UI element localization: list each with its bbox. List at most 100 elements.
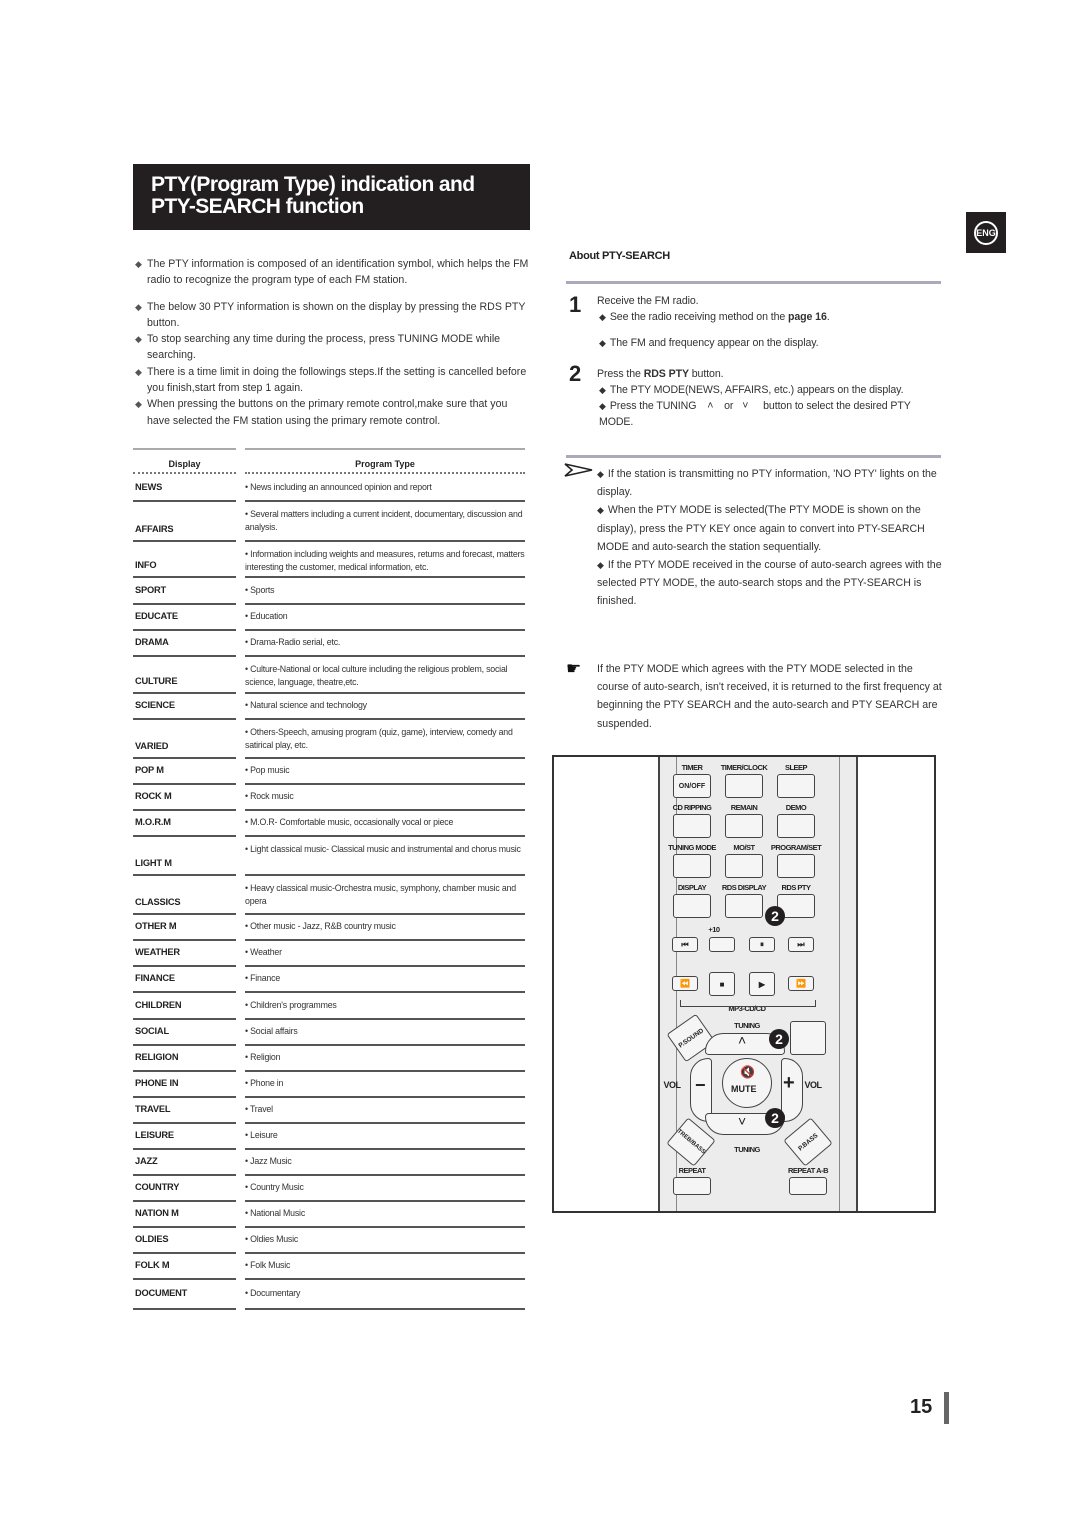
intro-bullets: The PTY information is composed of an id…: [135, 256, 530, 429]
pty-description: • Social affairs: [245, 1026, 298, 1036]
diamond-icon: ◆: [597, 469, 604, 479]
pty-code: CLASSICS: [135, 897, 181, 907]
intro-bullet: To stop searching any time during the pr…: [135, 331, 530, 364]
pty-description: • Pop music: [245, 765, 290, 775]
table-row: COUNTRY • Country Music: [133, 1176, 525, 1202]
table-row: FOLK M • Folk Music: [133, 1254, 525, 1280]
pty-code: FOLK M: [135, 1260, 170, 1270]
pty-description: • Rock music: [245, 791, 294, 801]
pointing-hand-icon: ☛: [566, 659, 582, 678]
eng-icon: ENG: [974, 220, 998, 245]
program-set-button: [777, 854, 815, 878]
pty-code: SPORT: [135, 584, 167, 595]
vol-label: VOL: [804, 1080, 822, 1090]
pty-code: OTHER M: [135, 921, 177, 931]
pty-code: RELIGION: [135, 1052, 179, 1062]
remote-label: RDS DISPLAY: [721, 883, 767, 892]
mo-st-button: [725, 854, 763, 878]
step-sub: ◆ The PTY MODE(NEWS, AFFAIRS, etc.) appea…: [599, 384, 904, 396]
remote-label: TIMER/CLOCK: [720, 763, 768, 772]
table-body: NEWS • News including an announced opinio…: [133, 476, 525, 1310]
diamond-icon: ◆: [599, 312, 606, 322]
pty-code: JAZZ: [135, 1156, 158, 1166]
table-row: DOCUMENT • Documentary: [133, 1280, 525, 1310]
remote-label: MO/ST: [733, 843, 755, 852]
note-item: ◆ When the PTY MODE is selected(The PTY M…: [597, 504, 925, 553]
remote-label: REPEAT A-B: [788, 1166, 829, 1175]
table-row: NEWS • News including an announced opinio…: [133, 476, 525, 502]
page-marker-bar: [944, 1392, 949, 1424]
pty-description: • Phone in: [245, 1078, 284, 1088]
pty-description: • News including an announced opinion an…: [245, 482, 432, 492]
page-title: PTY(Program Type) indication and PTY-SEA…: [133, 164, 530, 230]
pty-description: • National Music: [245, 1208, 306, 1218]
intro-bullet: The below 30 PTY information is shown on…: [135, 299, 530, 332]
pty-description: • Heavy classical music-Orchestra music,…: [245, 883, 516, 906]
remote-label: CD RIPPING: [672, 803, 712, 812]
table-row: LIGHT M • Light classical music- Classica…: [133, 837, 525, 876]
pty-description: • Other music - Jazz, R&B country music: [245, 921, 396, 931]
pbass-button: P.BASS: [783, 1117, 833, 1167]
pty-description: • Natural science and technology: [245, 700, 367, 710]
table-row: ROCK M • Rock music: [133, 785, 525, 811]
title-line-2: PTY-SEARCH function: [151, 195, 364, 218]
title-line-1: PTY(Program Type) indication and: [151, 173, 475, 196]
pty-description: • Travel: [245, 1104, 273, 1114]
table-row: CULTURE • Culture-National or local cultu…: [133, 657, 525, 694]
note-item: ◆ If the station is transmitting no PTY i…: [597, 468, 937, 499]
intro-bullet: When pressing the buttons on the primary…: [135, 396, 530, 429]
table-row: SOCIAL • Social affairs: [133, 1020, 525, 1046]
remote-label: DISPLAY: [677, 883, 707, 892]
pause-icon: ⏸: [749, 937, 775, 952]
dotted-divider: [245, 472, 525, 474]
display-button: [673, 894, 711, 918]
remote-label: RDS PTY: [781, 883, 811, 892]
table-row: INFO • Information including weights and …: [133, 542, 525, 578]
pty-description: • Finance: [245, 973, 281, 983]
divider: [566, 455, 941, 458]
repeat-ab-button: [789, 1177, 827, 1195]
language-badge: ENG: [966, 212, 1006, 253]
pty-description: • Folk Music: [245, 1260, 291, 1270]
remote-label: TUNING: [734, 1021, 760, 1030]
pty-description: • Jazz Music: [245, 1156, 292, 1166]
pty-code: LEISURE: [135, 1130, 174, 1140]
table-row: SCIENCE • Natural science and technology: [133, 694, 525, 720]
step-number: 1: [569, 292, 582, 317]
step-sub: ◆ See the radio receiving method on the p…: [599, 311, 830, 323]
pty-code: PHONE IN: [135, 1078, 179, 1088]
pty-code: EDUCATE: [135, 611, 178, 621]
timer-clock-button: [725, 774, 763, 798]
pty-description: • Sports: [245, 584, 275, 595]
pty-description: • Weather: [245, 947, 282, 957]
pty-description: • Country Music: [245, 1182, 304, 1192]
remote-label: REMAIN: [730, 803, 758, 812]
table-row: CLASSICS • Heavy classical music-Orchestr…: [133, 876, 525, 915]
repeat-button: [673, 1177, 711, 1195]
pty-code: CULTURE: [135, 676, 178, 686]
table-row: DRAMA • Drama-Radio serial, etc.: [133, 631, 525, 657]
pty-description: • Oldies Music: [245, 1234, 299, 1244]
pty-code: DRAMA: [135, 637, 169, 647]
speaker-mute-icon: 🔇: [740, 1065, 755, 1079]
pty-description: • M.O.R- Comfortable music, occasionally…: [245, 817, 454, 827]
pty-code: NATION M: [135, 1208, 179, 1218]
tuning-mode-button: [673, 854, 711, 878]
pty-code: FINANCE: [135, 973, 175, 983]
chevron-up-icon: ˄: [738, 1032, 747, 1048]
table-row: M.O.R.M • M.O.R- Comfortable music, occas…: [133, 811, 525, 837]
table-row: OTHER M • Other music - Jazz, R&B country…: [133, 915, 525, 941]
hand-note: If the PTY MODE which agrees with the PT…: [597, 663, 942, 730]
bracket-line: [680, 1000, 816, 1007]
step-number: 2: [569, 361, 582, 386]
pty-code: SCIENCE: [135, 700, 175, 710]
remote-label: REPEAT: [678, 1166, 706, 1175]
step-2-callout: 2: [765, 906, 785, 926]
function-button: [790, 1021, 826, 1055]
note-item: ◆ If the PTY MODE received in the course …: [597, 559, 942, 608]
mute-label: MUTE: [731, 1084, 757, 1094]
remote-label: TUNING MODE: [668, 843, 716, 852]
table-row: SPORT • Sports: [133, 578, 525, 605]
intro-bullet: The PTY information is composed of an id…: [135, 256, 530, 289]
step-sub: ◆ The FM and frequency appear on the disp…: [599, 337, 819, 349]
